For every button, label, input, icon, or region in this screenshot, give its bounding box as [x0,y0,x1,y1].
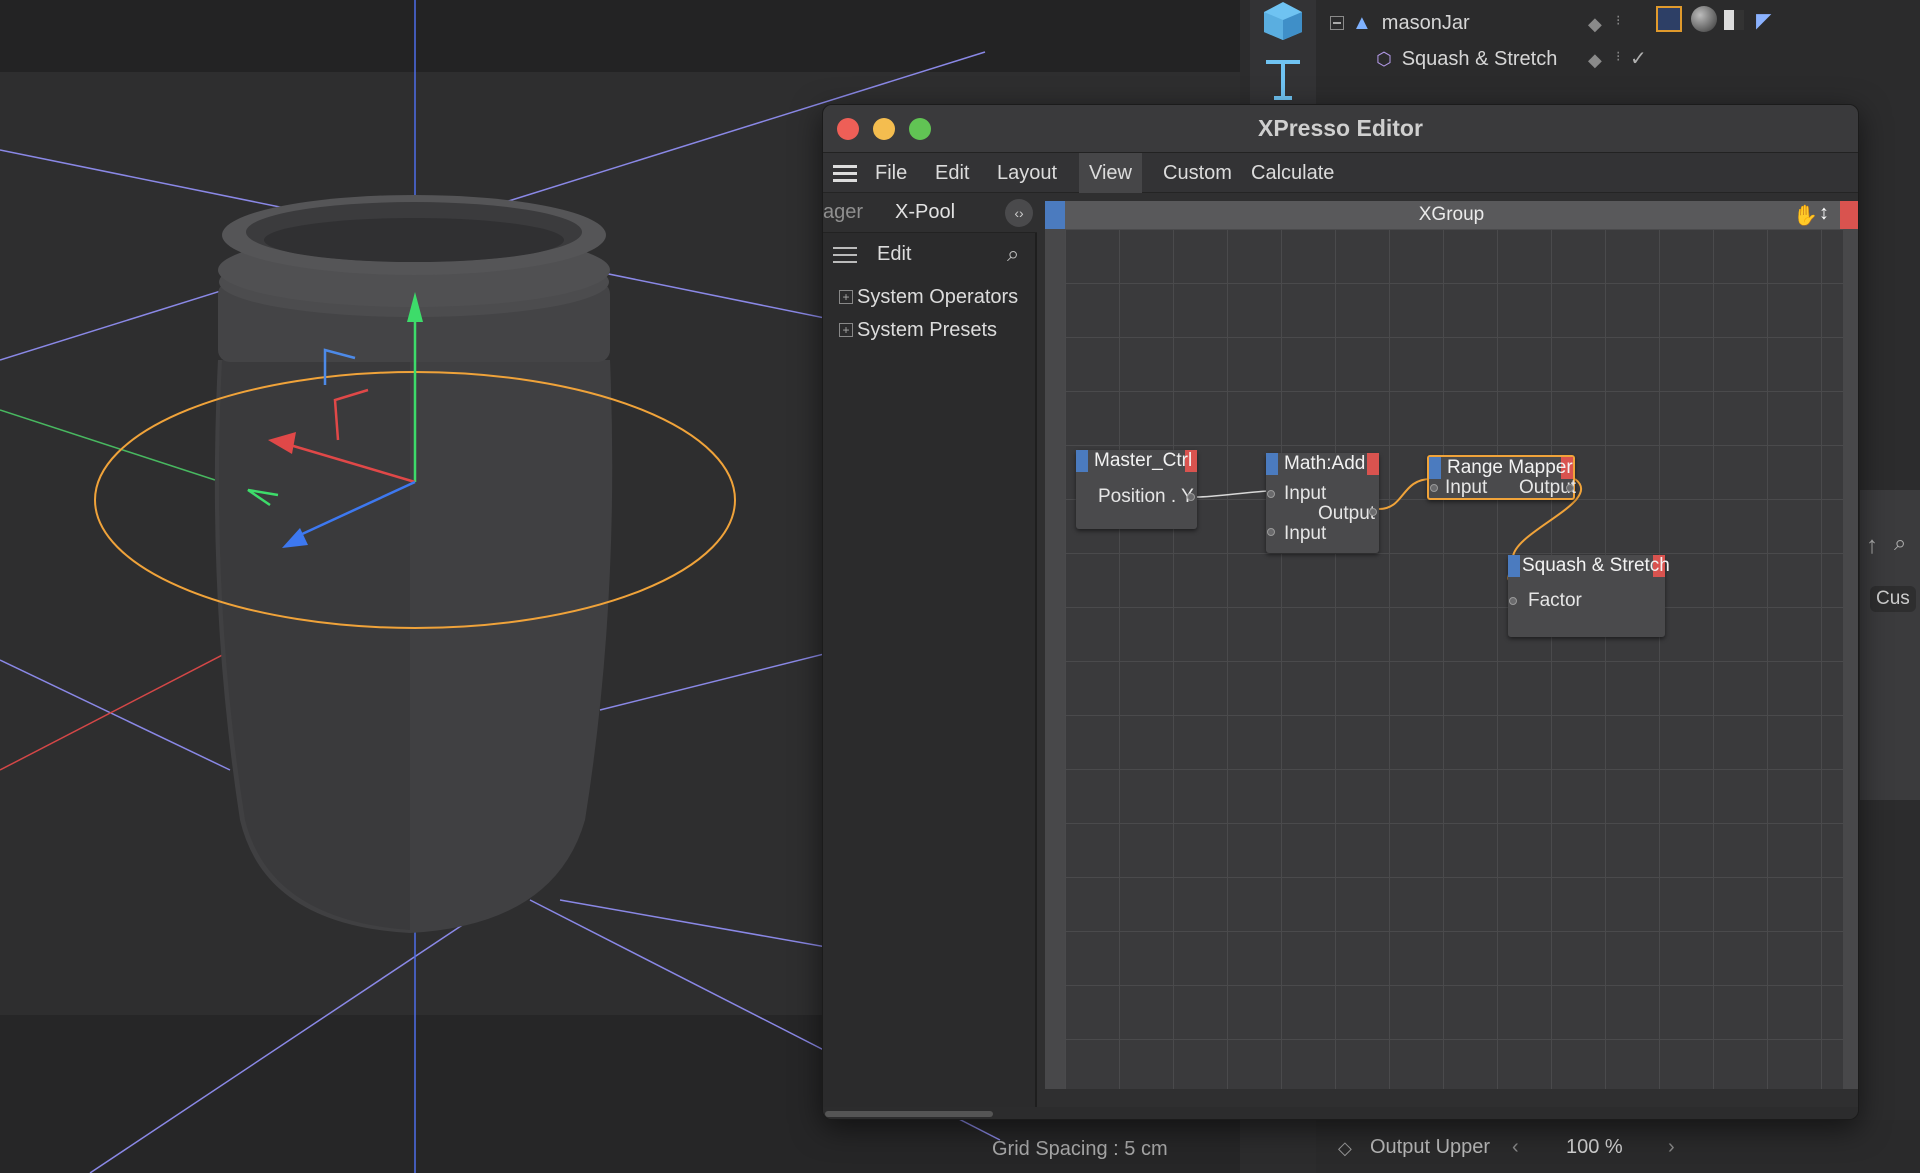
node-master-ctrl[interactable]: Master_Ctrl Position . Y [1076,450,1197,529]
input-port-dot[interactable] [1430,484,1438,492]
port-input-2[interactable]: Input [1284,523,1326,545]
xpresso-editor-window[interactable]: XPresso Editor File Edit Layout View Cus… [822,104,1859,1120]
search-icon[interactable]: ⌕ [1894,530,1906,556]
left-tab-bar: ager X-Pool ‹› [823,193,1037,233]
deformer-icon: ⬡ [1376,48,1392,69]
app-window: Grid Spacing : 5 cm ▲ masonJar ⬡ Squash … [0,0,1920,1173]
tag-icon[interactable] [1656,6,1682,32]
node-wires [1196,478,1583,582]
scrollbar-thumb[interactable] [825,1111,993,1117]
left-pane: ager X-Pool ‹› Edit ⌕ + System Operators… [823,193,1037,1107]
attribute-label: Output Upper [1370,1136,1491,1158]
tab-xpool[interactable]: X-Pool [895,201,955,224]
layer-icon[interactable]: ◆ [1588,14,1602,35]
outliner-label: masonJar [1381,11,1470,34]
object-outliner: ▲ masonJar ⬡ Squash & Stretch ◆ ⁝ ◆ ⁝ ✓ … [1316,0,1920,90]
material-tag-icon[interactable] [1691,6,1717,32]
up-arrow-icon[interactable]: ↑ [1866,532,1878,560]
node-math-add[interactable]: Math:Add Input Output Input [1266,453,1379,553]
menu-edit[interactable]: Edit [925,153,979,193]
wire-master-to-math [1196,490,1272,498]
keyframe-diamond-icon[interactable]: ◇ [1338,1138,1352,1159]
menu-view[interactable]: View [1079,153,1142,193]
expand-icon[interactable]: + [839,290,853,304]
port-position-y[interactable]: Position . Y [1098,486,1194,508]
cube-icon[interactable] [1264,2,1302,40]
outliner-label: Squash & Stretch [1401,47,1558,70]
input-port-dot[interactable] [1267,490,1275,498]
attribute-value-field[interactable]: 100 % [1566,1136,1623,1159]
node-title: Math:Add [1284,453,1366,474]
side-panel: ↑ ⌕ Cus [1860,490,1920,800]
grid-spacing-readout: Grid Spacing : 5 cm [992,1138,1168,1160]
enabled-check-icon[interactable]: ✓ [1630,46,1647,71]
menu-custom[interactable]: Custom [1153,153,1242,193]
custom-tab[interactable]: Cus [1870,586,1916,612]
tree-item-system-operators[interactable]: + System Operators [839,283,1018,311]
tab-manager[interactable]: ager [823,201,863,224]
output-port-dot[interactable] [1566,484,1574,492]
window-title: XPresso Editor [1258,115,1423,141]
tree-label: System Operators [857,285,1019,308]
hamburger-menu-icon[interactable] [833,246,857,264]
attribute-row: ◇ Output Upper ‹ 100 % › [1316,1120,1920,1173]
decrement-icon[interactable]: ‹ [1512,1136,1519,1159]
port-factor[interactable]: Factor [1528,590,1582,612]
menu-file[interactable]: File [865,153,917,193]
text-tool-icon[interactable] [1266,60,1300,100]
port-input[interactable]: Input [1445,477,1487,499]
outliner-row-squash[interactable]: ⬡ Squash & Stretch [1376,44,1557,74]
menu-layout[interactable]: Layout [987,153,1067,193]
port-input-1[interactable]: Input [1284,483,1326,505]
green-grid-axis [0,409,216,481]
node-title: Range Mapper [1447,457,1573,478]
visibility-dots-icon[interactable]: ⁝ [1616,12,1620,29]
output-port-dot[interactable] [1187,493,1195,501]
collapse-icon[interactable] [1330,16,1344,30]
outliner-row-masonjar[interactable]: ▲ masonJar [1330,8,1470,38]
menu-calculate[interactable]: Calculate [1241,153,1344,193]
node-title: Master_Ctrl [1094,450,1193,471]
port-output[interactable]: Output [1318,503,1375,525]
texture-tag-icon[interactable] [1724,10,1744,30]
search-icon[interactable]: ⌕ [1007,241,1019,267]
wire-math-to-range [1378,478,1432,510]
input-port-dot[interactable] [1509,597,1517,605]
hamburger-menu-icon[interactable] [833,163,857,183]
node-squash-stretch[interactable]: Squash & Stretch Factor [1508,555,1670,637]
output-port-dot[interactable] [1369,508,1377,516]
tree-label: System Presets [857,318,998,341]
input-port-dot[interactable] [1267,528,1275,536]
layer-icon[interactable]: ◆ [1588,50,1602,71]
null-object-icon: ▲ [1352,11,1372,34]
increment-icon[interactable]: › [1668,1136,1675,1159]
visibility-dots-icon[interactable]: ⁝ [1616,48,1620,65]
horizontal-scrollbar[interactable] [823,1107,1858,1119]
title-bar[interactable]: XPresso Editor [823,105,1858,153]
menu-bar: File Edit Layout View Custom Calculate [823,153,1858,193]
expand-panel-icon[interactable]: ‹› [1005,199,1033,227]
node-canvas[interactable]: XGroup ✋ ↕ Master_Ctrl Position . Y Math… [1045,201,1858,1089]
node-title: Squash & Stretch [1522,555,1670,576]
toolstrip [1250,0,1316,110]
left-toolbar: Edit ⌕ [823,233,1037,275]
xpresso-tag-icon[interactable]: ◤ [1756,8,1771,33]
node-range-mapper[interactable]: Range Mapper Input Output [1427,455,1576,500]
expand-icon[interactable]: + [839,323,853,337]
tree-item-system-presets[interactable]: + System Presets [839,316,997,344]
edit-menu[interactable]: Edit [877,243,911,266]
